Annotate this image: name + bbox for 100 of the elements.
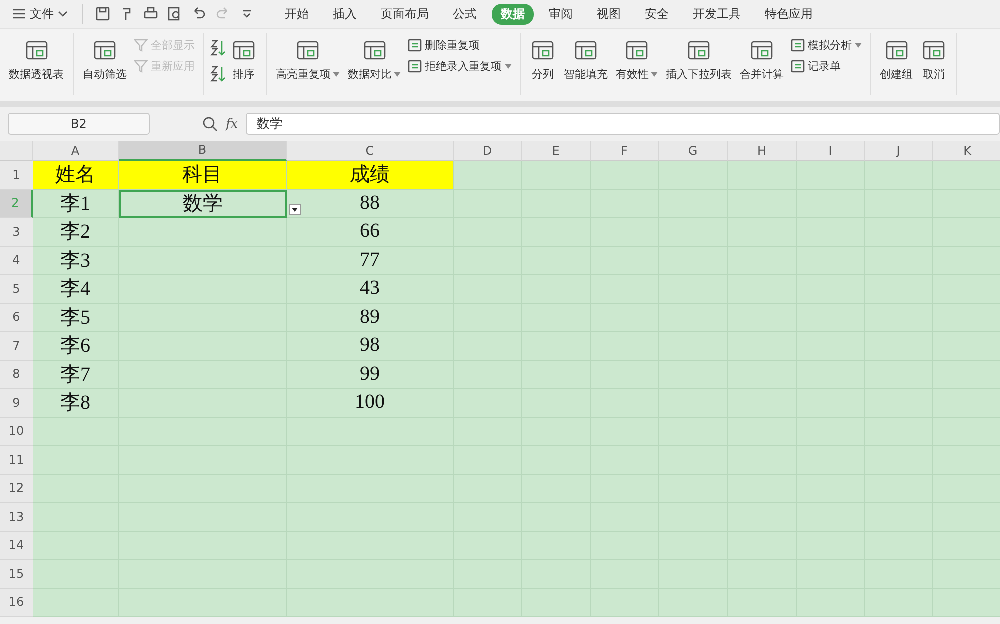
table-cell[interactable] <box>728 161 797 190</box>
table-cell[interactable]: 李4 <box>33 275 119 304</box>
table-cell[interactable] <box>591 161 659 190</box>
column-header[interactable]: K <box>933 141 1000 161</box>
ribbon-tab[interactable]: 审阅 <box>540 4 582 24</box>
ribbon-tab[interactable]: 页面布局 <box>372 4 438 24</box>
table-cell[interactable] <box>591 588 659 617</box>
sort-descending-icon[interactable] <box>210 65 226 83</box>
column-header[interactable]: D <box>454 141 522 161</box>
name-box[interactable]: B2 <box>8 113 150 135</box>
table-cell[interactable] <box>659 161 728 190</box>
ribbon-button[interactable]: 分列 <box>527 33 559 86</box>
table-cell[interactable] <box>119 588 287 617</box>
table-cell[interactable]: 李1 <box>33 190 119 218</box>
table-cell[interactable]: 李3 <box>33 246 119 275</box>
ribbon-button[interactable]: 记录单 <box>789 58 864 75</box>
ribbon-tab[interactable]: 开发工具 <box>684 4 750 24</box>
select-all-corner[interactable] <box>0 141 33 161</box>
ribbon-button[interactable]: 创建组 <box>877 33 916 86</box>
save-icon[interactable] <box>95 6 111 22</box>
column-header[interactable]: I <box>797 141 865 161</box>
row-header[interactable]: 15 <box>0 560 33 588</box>
function-label[interactable]: fx <box>226 116 238 132</box>
ribbon-button[interactable]: 取消 <box>918 33 950 86</box>
table-cell[interactable]: 李7 <box>33 360 119 389</box>
ribbon-button[interactable]: 删除重复项 <box>406 37 514 54</box>
table-cell[interactable] <box>454 161 522 190</box>
ribbon-button[interactable]: 智能填充 <box>561 33 611 86</box>
table-cell[interactable]: 99 <box>287 360 454 389</box>
row-header[interactable]: 16 <box>0 588 33 617</box>
column-header[interactable]: E <box>522 141 591 161</box>
ribbon-tab[interactable]: 开始 <box>276 4 318 24</box>
table-cell[interactable] <box>865 161 933 190</box>
table-cell[interactable]: 77 <box>287 246 454 275</box>
ribbon-button[interactable]: 高亮重复项 <box>273 33 343 86</box>
zoom-icon[interactable] <box>202 116 218 132</box>
column-header[interactable]: A <box>33 141 119 161</box>
ribbon-button[interactable]: 插入下拉列表 <box>663 33 735 86</box>
table-cell[interactable] <box>33 418 119 446</box>
ribbon-button[interactable]: 有效性 <box>613 33 661 86</box>
row-header[interactable]: 13 <box>0 503 33 532</box>
table-cell[interactable]: 科目 <box>119 161 287 190</box>
row-header[interactable]: 14 <box>0 532 33 560</box>
ribbon-tab[interactable]: 插入 <box>324 4 366 24</box>
table-cell[interactable]: 89 <box>287 304 454 332</box>
sort-ascending-icon[interactable] <box>210 39 226 57</box>
table-cell[interactable] <box>659 588 728 617</box>
table-cell[interactable]: 88 <box>287 190 454 218</box>
ribbon-tab[interactable]: 视图 <box>588 4 630 24</box>
table-cell[interactable] <box>33 532 119 560</box>
row-header[interactable]: 5 <box>0 275 33 304</box>
row-header[interactable]: 1 <box>0 161 33 190</box>
row-header[interactable]: 7 <box>0 332 33 360</box>
table-cell[interactable] <box>119 218 287 246</box>
ribbon-button[interactable]: 排序 <box>228 33 260 86</box>
file-menu[interactable]: 文件 <box>12 6 74 22</box>
ribbon-tab[interactable]: 特色应用 <box>756 4 822 24</box>
table-cell[interactable] <box>287 588 454 617</box>
table-cell[interactable] <box>33 503 119 532</box>
table-cell[interactable]: 李2 <box>33 218 119 246</box>
table-cell[interactable]: 李5 <box>33 304 119 332</box>
table-cell[interactable] <box>797 161 865 190</box>
ribbon-button[interactable]: 模拟分析 <box>789 37 864 54</box>
table-cell[interactable] <box>454 588 522 617</box>
ribbon-tab[interactable]: 公式 <box>444 4 486 24</box>
row-header[interactable]: 12 <box>0 474 33 503</box>
table-cell[interactable] <box>522 588 591 617</box>
ribbon-button[interactable]: 合并计算 <box>737 33 787 86</box>
table-cell[interactable]: 成绩 <box>287 161 454 190</box>
column-header[interactable]: F <box>591 141 659 161</box>
table-cell[interactable]: 66 <box>287 218 454 246</box>
table-cell[interactable]: 98 <box>287 332 454 360</box>
row-header[interactable]: 6 <box>0 304 33 332</box>
ribbon-button[interactable]: 拒绝录入重复项 <box>406 58 514 75</box>
column-header[interactable]: G <box>659 141 728 161</box>
column-header[interactable]: H <box>728 141 797 161</box>
table-cell[interactable]: 姓名 <box>33 161 119 190</box>
table-cell[interactable] <box>454 190 522 218</box>
table-cell[interactable]: 李6 <box>33 332 119 360</box>
table-cell[interactable] <box>728 588 797 617</box>
ribbon-button[interactable]: 数据对比 <box>345 33 404 86</box>
table-cell[interactable] <box>797 588 865 617</box>
table-cell[interactable] <box>522 161 591 190</box>
row-header[interactable]: 3 <box>0 218 33 246</box>
row-header[interactable]: 11 <box>0 446 33 474</box>
row-header[interactable]: 9 <box>0 389 33 418</box>
table-cell[interactable] <box>865 588 933 617</box>
formula-field[interactable]: 数学 <box>246 113 1000 135</box>
table-cell[interactable] <box>33 588 119 617</box>
column-header[interactable]: B <box>119 141 287 161</box>
row-header[interactable]: 4 <box>0 246 33 275</box>
column-header[interactable]: C <box>287 141 454 161</box>
ribbon-button[interactable]: 自动筛选 <box>80 33 130 86</box>
table-cell[interactable]: 李8 <box>33 389 119 418</box>
row-header[interactable]: 8 <box>0 360 33 389</box>
table-cell[interactable] <box>33 474 119 503</box>
column-header[interactable]: J <box>865 141 933 161</box>
table-cell[interactable]: 100 <box>287 389 454 418</box>
ribbon-button[interactable]: 数据透视表 <box>6 33 67 86</box>
row-header[interactable]: 10 <box>0 418 33 446</box>
